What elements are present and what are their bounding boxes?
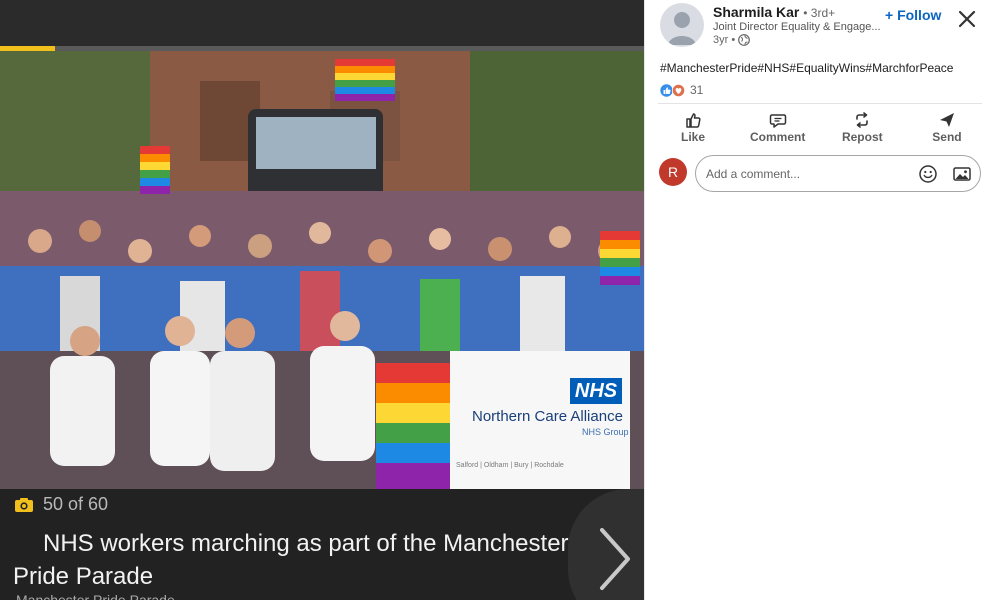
gallery-photo: NHS Northern Care Alliance NHS Group Sal… — [0, 51, 644, 489]
banner-org-group: NHS Group — [582, 427, 629, 437]
post-time: 3yr • — [713, 34, 736, 46]
comment-button[interactable]: Comment — [743, 108, 813, 144]
photo-counter: 50 of 60 — [14, 494, 108, 515]
image-icon[interactable] — [952, 164, 972, 184]
chevron-right-icon — [600, 528, 630, 590]
camera-icon — [15, 497, 33, 512]
reactions-summary[interactable]: 31 — [660, 83, 703, 97]
globe-icon — [738, 34, 751, 46]
emoji-icon[interactable] — [918, 164, 938, 184]
like-button[interactable]: Like — [658, 108, 728, 144]
post-meta: 3yr • — [713, 34, 751, 46]
author-headline: Joint Director Equality & Engage... — [713, 21, 881, 33]
nhs-logo-text: NHS — [574, 380, 618, 402]
photo-caption-subtitle: Manchester Pride Parade — [16, 592, 175, 600]
like-label: Like — [680, 130, 705, 144]
author-avatar[interactable] — [660, 3, 704, 47]
photo-counter-text: 50 of 60 — [43, 494, 109, 514]
banner-towns: Salford | Oldham | Bury | Rochdale — [456, 462, 564, 469]
current-user-avatar[interactable]: R — [659, 158, 687, 186]
reactions-divider — [658, 103, 982, 104]
thumbs-up-icon — [686, 113, 701, 128]
photo-gallery: NHS Northern Care Alliance NHS Group Sal… — [0, 0, 644, 600]
connection-degree: • 3rd+ — [803, 6, 836, 20]
reaction-count: 31 — [690, 83, 704, 97]
comment-composer: R Add a comment... — [658, 155, 982, 192]
send-icon — [939, 113, 954, 127]
repost-label: Repost — [841, 130, 883, 144]
send-button[interactable]: Send — [912, 108, 982, 144]
love-reaction-icon — [672, 83, 685, 97]
banner-org-name: Northern Care Alliance — [472, 408, 623, 425]
person-placeholder-icon — [668, 12, 696, 45]
post-actions: Like Comment Repost Send — [658, 108, 982, 144]
photo-caption: NHS workers marching as part of the Manc… — [13, 530, 569, 590]
comment-input[interactable]: Add a comment... — [695, 155, 981, 192]
send-label: Send — [932, 130, 962, 144]
author-name[interactable]: Sharmila Kar — [713, 4, 799, 20]
comment-label: Comment — [749, 130, 806, 144]
close-icon — [958, 10, 976, 28]
follow-button[interactable]: + Follow — [885, 7, 941, 23]
repost-icon — [856, 112, 869, 128]
author-name-row[interactable]: Sharmila Kar • 3rd+ — [713, 4, 835, 20]
repost-button[interactable]: Repost — [827, 108, 897, 144]
post-hashtags[interactable]: #ManchesterPride#NHS#EqualityWins#Marchf… — [660, 61, 953, 75]
gallery-top-bar — [0, 0, 644, 46]
close-button[interactable] — [957, 9, 977, 29]
comment-placeholder: Add a comment... — [706, 167, 801, 181]
comment-icon — [769, 114, 786, 128]
post-panel: Sharmila Kar • 3rd+ Joint Director Equal… — [644, 0, 995, 600]
